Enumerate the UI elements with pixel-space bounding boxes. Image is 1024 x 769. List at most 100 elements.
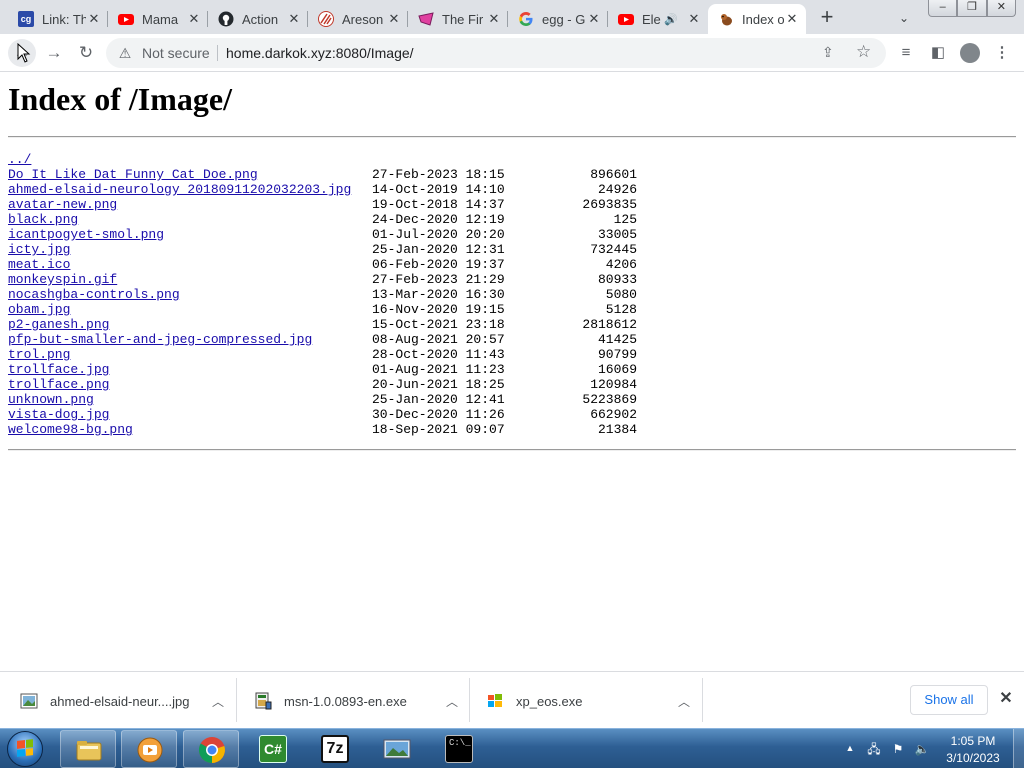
side-panel-icon[interactable]: ◧ [926,41,950,65]
taskbar-chrome[interactable] [183,730,239,768]
file-link[interactable]: trollface.png [8,377,109,392]
taskbar-7zip[interactable]: 7z [307,730,363,768]
list-item: obam.jpg 16-Nov-2020 19:15 5128 [8,302,728,317]
tab-google-egg[interactable]: egg - G ✕ [508,4,608,34]
squirrel-icon [718,11,734,27]
file-link[interactable]: monkeyspin.gif [8,272,117,287]
reload-button[interactable]: ↻ [72,39,100,67]
profile-avatar-icon[interactable] [958,41,982,65]
bookmark-star-icon[interactable]: ☆ [856,42,871,62]
volume-icon[interactable]: 🔈 [914,741,930,757]
file-size: 24926 [597,182,637,197]
download-filename: ahmed-elsaid-neur....jpg [50,693,190,709]
file-link[interactable]: nocashgba-controls.png [8,287,180,302]
tab-search-chevron-icon[interactable]: ⌄ [894,8,914,28]
url-text[interactable]: home.darkok.xyz:8080/Image/ [226,45,414,61]
download-shelf: ahmed-elsaid-neur....jpg ︿ msn-1.0.0893-… [0,671,1024,728]
chevron-up-icon[interactable]: ︿ [208,693,228,710]
minimize-button[interactable]: – [928,0,958,17]
network-icon[interactable]: 🖧 [866,741,882,757]
close-icon[interactable]: ✕ [996,689,1016,709]
file-date: 25-Jan-2020 12:41 [372,392,505,407]
taskbar-photo-viewer[interactable] [369,730,425,768]
file-date: 13-Mar-2020 16:30 [372,287,505,302]
close-icon[interactable]: ✕ [784,11,800,27]
file-link[interactable]: icantpogyet-smol.png [8,227,164,242]
list-item: monkeyspin.gif 27-Feb-2023 21:29 80933 [8,272,728,287]
tab-youtube-mama[interactable]: Mama ✕ [108,4,208,34]
address-bar[interactable]: ⚠ Not secure home.darkok.xyz:8080/Image/… [106,38,886,68]
aresona-icon [318,11,334,27]
file-size: 90799 [597,347,637,362]
warning-icon[interactable]: ⚠ [116,44,134,62]
tab-the-first[interactable]: The Fir ✕ [408,4,508,34]
list-item: Do It Like Dat Funny Cat Doe.png 27-Feb-2… [8,167,728,182]
close-icon[interactable]: ✕ [86,11,102,27]
browser-toolbar: ← → ↻ ⚠ Not secure home.darkok.xyz:8080/… [0,34,1024,72]
taskbar-media-player[interactable] [121,730,177,768]
divider [8,136,1016,138]
tab-link[interactable]: cg Link: Th ✕ [8,4,108,34]
file-size: 2693835 [582,197,637,212]
close-icon[interactable]: ✕ [586,11,602,27]
file-link[interactable]: p2-ganesh.png [8,317,109,332]
terminal-icon: C:\_ [445,735,473,763]
close-window-button[interactable]: ✕ [986,0,1016,17]
installer-icon [254,692,272,710]
taskbar-command-prompt[interactable]: C:\_ [431,730,487,768]
file-link[interactable]: ahmed-elsaid-neurology_20180911202032203… [8,182,351,197]
file-link[interactable]: icty.jpg [8,242,70,257]
download-item[interactable]: msn-1.0.0893-en.exe ︿ [254,678,464,724]
security-label[interactable]: Not secure [142,45,210,61]
tab-index-of-image[interactable]: Index o ✕ [708,4,806,34]
file-link[interactable]: obam.jpg [8,302,70,317]
close-icon[interactable]: ✕ [286,11,302,27]
file-date: 19-Oct-2018 14:37 [372,197,505,212]
file-link[interactable]: trol.png [8,347,70,362]
taskbar-csharp[interactable]: C# [245,730,301,768]
file-link[interactable]: unknown.png [8,392,94,407]
file-date: 18-Sep-2021 09:07 [372,422,505,437]
file-link[interactable]: meat.ico [8,257,70,272]
forward-button[interactable]: → [40,39,68,67]
close-icon[interactable]: ✕ [186,11,202,27]
new-tab-button[interactable]: + [814,6,840,30]
file-link[interactable]: black.png [8,212,78,227]
audio-playing-icon[interactable]: 🔊 [664,13,680,26]
parent-directory-link[interactable]: ../ [8,152,31,167]
clock-date[interactable]: 3/10/2023 [936,751,1010,765]
clock-time[interactable]: 1:05 PM [936,734,1010,748]
close-icon[interactable]: ✕ [486,11,502,27]
chevron-up-icon[interactable]: ︿ [674,693,694,710]
chevron-up-icon[interactable]: ︿ [442,693,462,710]
tab-github-actions[interactable]: Action ✕ [208,4,308,34]
show-desktop-button[interactable] [1013,729,1024,769]
file-size: 80933 [597,272,637,287]
taskbar-file-explorer[interactable] [60,730,116,768]
download-item[interactable]: xp_eos.exe ︿ [486,678,696,724]
close-icon[interactable]: ✕ [686,11,702,27]
restore-button[interactable]: ❐ [957,0,987,17]
tab-youtube-ele[interactable]: Ele 🔊 ✕ [608,4,708,34]
start-button[interactable] [4,730,48,768]
file-link[interactable]: pfp-but-smaller-and-jpeg-compressed.jpg [8,332,312,347]
menu-kebab-icon[interactable]: ⋮ [990,41,1014,65]
tab-aresona[interactable]: Areson ✕ [308,4,408,34]
photo-viewer-icon [383,735,411,763]
file-link[interactable]: avatar-new.png [8,197,117,212]
download-item[interactable]: ahmed-elsaid-neur....jpg ︿ [20,678,230,724]
share-icon[interactable]: ⇪ [822,44,834,61]
action-center-flag-icon[interactable]: ⚑ [890,741,906,757]
youtube-icon [618,11,634,27]
media-control-icon[interactable]: ≡ [894,41,918,65]
list-item: p2-ganesh.png 15-Oct-2021 23:18 2818612 [8,317,728,332]
tray-expand-icon[interactable]: ▲ [844,741,856,755]
file-listing: ../ Do It Like Dat Funny Cat Doe.png 27-F… [8,152,728,437]
file-link[interactable]: welcome98-bg.png [8,422,133,437]
file-link[interactable]: vista-dog.jpg [8,407,109,422]
file-link[interactable]: trollface.jpg [8,362,109,377]
show-all-button[interactable]: Show all [910,685,988,715]
close-icon[interactable]: ✕ [386,11,402,27]
file-link[interactable]: Do It Like Dat Funny Cat Doe.png [8,167,258,182]
taskbar: C# 7z C:\_ ▲ 🖧 ⚑ 🔈 1:05 PM 3/10/2023 [0,728,1024,769]
